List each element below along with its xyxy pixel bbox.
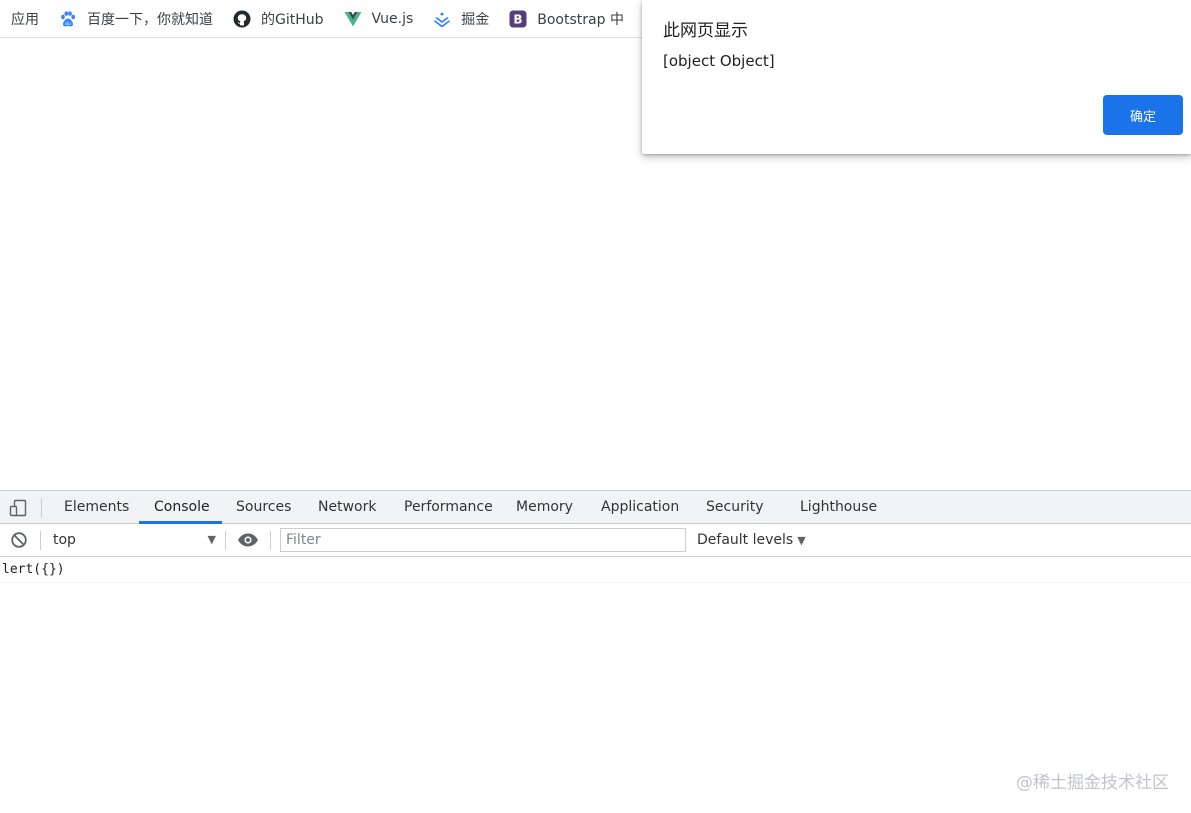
bootstrap-logo-icon: B	[509, 10, 527, 28]
toolbar-divider	[225, 531, 226, 550]
toolbar-divider	[40, 531, 41, 550]
tab-divider	[41, 498, 42, 518]
bookmark-juejin[interactable]: 掘金	[423, 5, 499, 33]
vue-logo-icon	[344, 10, 362, 28]
clear-console-icon[interactable]	[10, 531, 28, 549]
context-selector[interactable]: top ▼	[53, 524, 216, 556]
bookmark-label: Vue.js	[371, 10, 414, 27]
svg-text:B: B	[514, 12, 523, 26]
alert-ok-button[interactable]: 确定	[1103, 95, 1183, 135]
caret-down-icon: ▼	[207, 533, 216, 546]
alert-message: [object Object]	[663, 52, 775, 70]
tab-console[interactable]: Console	[154, 491, 210, 524]
tab-network[interactable]: Network	[318, 491, 376, 524]
tab-sources[interactable]: Sources	[236, 491, 291, 524]
bookmark-label: 百度一下，你就知道	[87, 11, 213, 28]
bookmark-bootstrap[interactable]: B Bootstrap 中	[499, 5, 634, 33]
live-expression-eye-icon[interactable]	[237, 532, 259, 548]
filter-input[interactable]	[280, 528, 686, 552]
context-value: top	[53, 532, 76, 548]
log-levels-dropdown[interactable]: Default levels ▼	[697, 524, 806, 556]
watermark: @稀土掘金技术社区	[1016, 773, 1169, 793]
alert-title: 此网页显示	[663, 21, 748, 41]
bookmark-apps[interactable]: 应用	[0, 5, 49, 33]
browser-window: 应用 du 百度一下，你就知道 的GitHub Vue.js 掘金 B Boot…	[0, 0, 1191, 813]
tab-application[interactable]: Application	[601, 491, 679, 524]
tab-memory[interactable]: Memory	[516, 491, 573, 524]
bookmark-github[interactable]: 的GitHub	[223, 5, 334, 33]
log-levels-label: Default levels	[697, 532, 794, 548]
tab-security[interactable]: Security	[706, 491, 764, 524]
devtools-tabbar: Elements Console Sources Network Perform…	[0, 490, 1191, 524]
bookmark-label: Bootstrap 中	[537, 11, 624, 28]
tab-performance[interactable]: Performance	[404, 491, 493, 524]
tab-lighthouse[interactable]: Lighthouse	[800, 491, 877, 524]
console-input-line[interactable]: lert({})	[0, 558, 1191, 583]
github-icon	[233, 10, 251, 28]
caret-down-icon: ▼	[797, 534, 806, 547]
bookmark-label: 的GitHub	[261, 11, 324, 28]
juejin-logo-icon	[433, 10, 451, 28]
toolbar-divider	[270, 531, 271, 550]
console-toolbar: top ▼ Default levels▼	[0, 524, 1191, 557]
tab-elements[interactable]: Elements	[64, 491, 129, 524]
bookmark-label: 掘金	[461, 11, 490, 28]
bookmark-vue[interactable]: Vue.js	[334, 5, 424, 33]
bookmark-baidu[interactable]: du 百度一下，你就知道	[49, 5, 223, 33]
bookmark-apps-label: 应用	[11, 11, 39, 28]
alert-dialog: 此网页显示 [object Object] 确定	[642, 0, 1191, 154]
svg-text:du: du	[65, 21, 71, 27]
devtools-panel: Elements Console Sources Network Perform…	[0, 490, 1191, 813]
device-toolbar-icon[interactable]	[8, 498, 28, 518]
baidu-paw-icon: du	[59, 10, 77, 28]
